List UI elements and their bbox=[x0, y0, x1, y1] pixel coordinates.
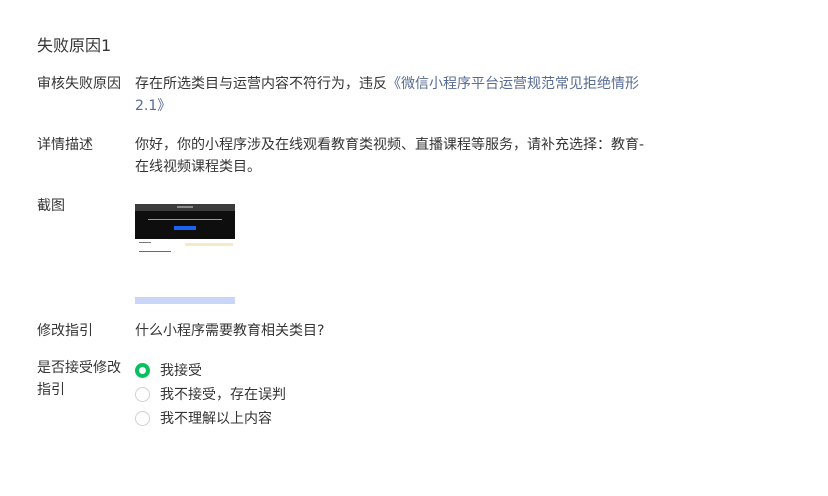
reason-value: 存在所选类目与运营内容不符行为，违反《微信小程序平台运营规范常见拒绝情形2.1》 bbox=[135, 73, 645, 117]
thumbnail-text-line bbox=[148, 219, 222, 220]
guide-label: 修改指引 bbox=[37, 323, 93, 339]
thumbnail-content-line bbox=[139, 251, 171, 252]
accept-radio-group: 我接受 我不接受，存在误判 我不理解以上内容 bbox=[135, 359, 286, 431]
radio-checked-icon[interactable] bbox=[135, 363, 150, 378]
accept-label: 是否接受修改指引 bbox=[37, 360, 121, 398]
radio-option-label: 我不接受，存在误判 bbox=[160, 387, 286, 403]
guide-link[interactable]: 什么小程序需要教育相关类目? bbox=[135, 320, 645, 342]
radio-option-label: 我接受 bbox=[160, 363, 202, 379]
radio-option-label: 我不理解以上内容 bbox=[160, 411, 272, 427]
thumbnail-small-mark bbox=[139, 242, 151, 243]
section-title: 失败原因1 bbox=[37, 36, 112, 55]
thumbnail-button-mark bbox=[174, 226, 196, 230]
screenshot-label: 截图 bbox=[37, 198, 65, 214]
detail-label: 详情描述 bbox=[37, 137, 93, 153]
radio-option-reject[interactable]: 我不接受，存在误判 bbox=[135, 383, 286, 407]
radio-unchecked-icon[interactable] bbox=[135, 411, 150, 426]
screenshot-thumbnail[interactable] bbox=[135, 204, 235, 304]
thumbnail-notice-bar bbox=[185, 243, 233, 246]
thumbnail-bottom-bar bbox=[135, 297, 235, 304]
radio-option-not-understand[interactable]: 我不理解以上内容 bbox=[135, 407, 286, 431]
thumbnail-title-mark bbox=[177, 206, 193, 208]
reason-label: 审核失败原因 bbox=[37, 76, 121, 92]
thumbnail-dark-area bbox=[135, 211, 235, 239]
reason-text: 存在所选类目与运营内容不符行为，违反 bbox=[135, 76, 387, 92]
radio-option-accept[interactable]: 我接受 bbox=[135, 359, 286, 383]
detail-text: 你好，你的小程序涉及在线观看教育类视频、直播课程等服务，请补充选择：教育-在线视… bbox=[135, 137, 645, 175]
radio-unchecked-icon[interactable] bbox=[135, 387, 150, 402]
